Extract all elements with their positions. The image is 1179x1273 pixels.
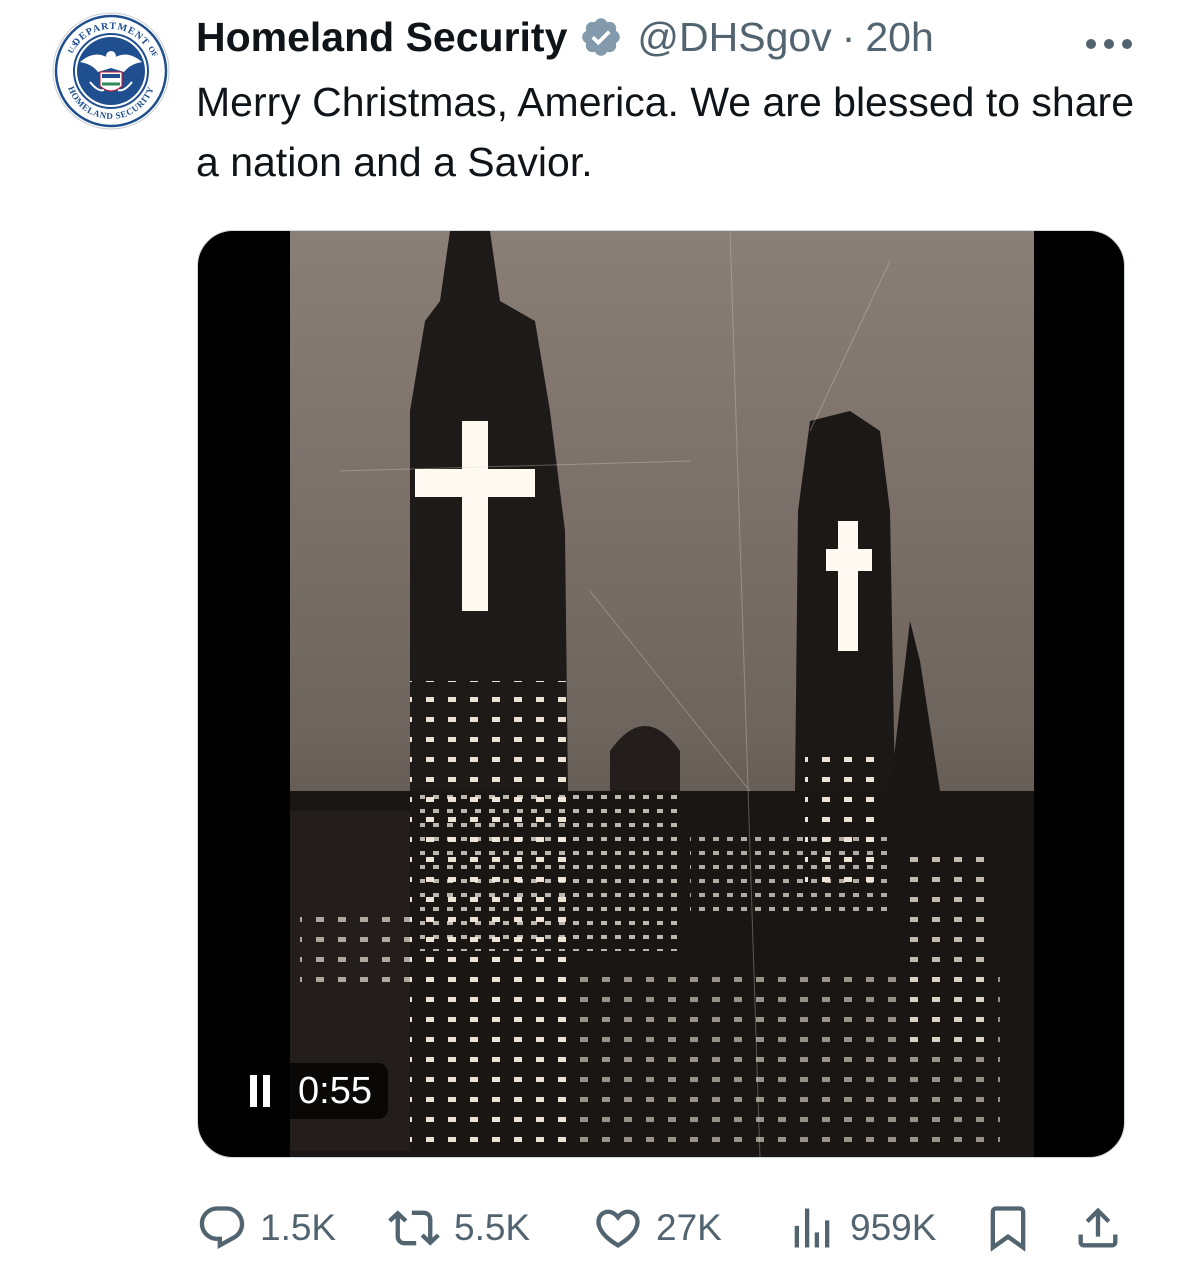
- reply-icon: [199, 1206, 245, 1250]
- timestamp[interactable]: 20h: [865, 14, 933, 61]
- reply-button[interactable]: 1.5K: [196, 1198, 336, 1258]
- tweet-header: Homeland Security @DHSgov · 20h: [196, 12, 1139, 62]
- views-button[interactable]: 959K: [786, 1198, 936, 1258]
- tweet-text: Merry Christmas, America. We are blessed…: [196, 79, 1134, 185]
- pause-icon[interactable]: [248, 1075, 272, 1107]
- views-count: 959K: [850, 1207, 937, 1248]
- display-name[interactable]: Homeland Security: [196, 14, 567, 61]
- repost-button[interactable]: 5.5K: [386, 1198, 530, 1258]
- dhs-seal-icon: DEPARTMENT HOMELAND SECURITY U.S. OF: [52, 12, 170, 130]
- repost-icon: [388, 1210, 440, 1246]
- views-icon: [794, 1208, 830, 1248]
- repost-count: 5.5K: [454, 1207, 531, 1248]
- video-player[interactable]: 0:55: [197, 230, 1125, 1158]
- heart-icon: [596, 1209, 640, 1248]
- like-button[interactable]: 27K: [592, 1198, 722, 1258]
- action-bar: 1.5K 5.5K 27K 959K: [196, 1198, 1126, 1258]
- video-timer-badge[interactable]: 0:55: [234, 1063, 388, 1119]
- share-icon: [1078, 1207, 1118, 1248]
- video-frame[interactable]: [290, 231, 1034, 1158]
- separator-dot: ·: [841, 13, 856, 60]
- share-button[interactable]: [1072, 1198, 1136, 1258]
- bookmark-button[interactable]: [982, 1198, 1046, 1258]
- more-options-icon[interactable]: [1079, 22, 1139, 52]
- reply-count: 1.5K: [260, 1207, 337, 1248]
- like-count: 27K: [656, 1207, 722, 1248]
- bookmark-icon: [990, 1206, 1026, 1252]
- video-duration: 0:55: [298, 1069, 372, 1112]
- verified-badge-icon[interactable]: [579, 15, 623, 59]
- handle[interactable]: @DHSgov: [637, 14, 831, 61]
- avatar[interactable]: DEPARTMENT HOMELAND SECURITY U.S. OF: [52, 12, 170, 130]
